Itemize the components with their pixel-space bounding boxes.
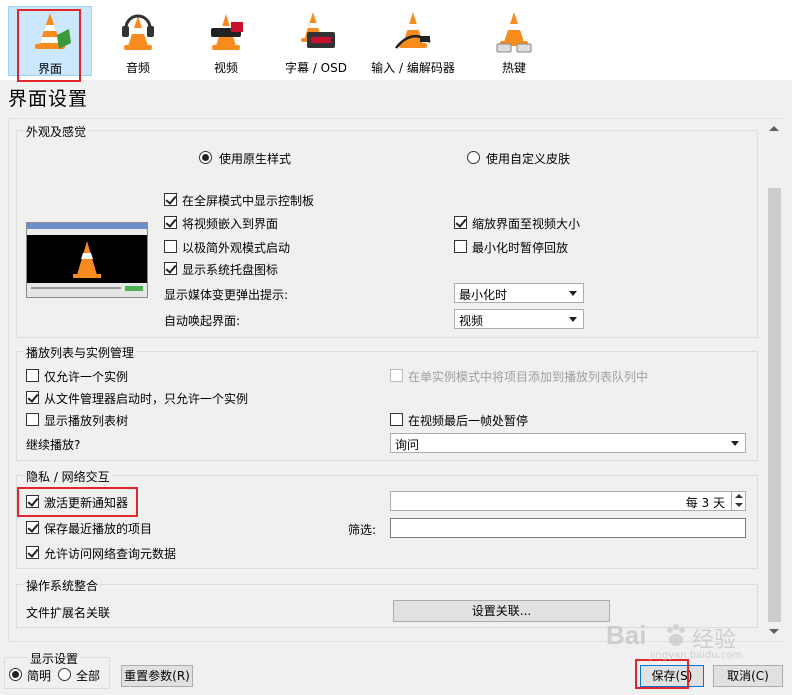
chevron-down-icon xyxy=(731,441,739,446)
category-video[interactable]: 视频 xyxy=(188,6,264,76)
cancel-button[interactable]: 取消(C) xyxy=(713,665,783,687)
native-style-preview-image xyxy=(26,222,148,298)
watermark-url: jingyan.baidu.com xyxy=(650,650,743,661)
all-settings-label: 全部 xyxy=(76,669,101,683)
media-popup-value: 最小化时 xyxy=(459,288,508,302)
category-label: 视频 xyxy=(213,61,238,75)
embed-video-label: 将视频嵌入到界面 xyxy=(182,217,279,231)
metadata-label: 允许访问网络查询元数据 xyxy=(44,547,177,561)
look-feel-title: 外观及感觉 xyxy=(24,123,89,140)
filter-label: 筛选: xyxy=(348,523,377,537)
enqueue-single-checkbox[interactable] xyxy=(390,369,403,382)
category-label: 热键 xyxy=(501,61,526,75)
show-settings-title: 显示设置 xyxy=(28,650,81,667)
os-integration-title: 操作系统整合 xyxy=(24,577,101,594)
minimal-start-label: 以极简外观模式启动 xyxy=(182,241,291,255)
continue-playback-label: 继续播放? xyxy=(26,438,81,452)
vlc-cone-video-icon xyxy=(211,14,243,50)
category-audio[interactable]: 音频 xyxy=(100,6,176,76)
highlight-box-interface xyxy=(17,9,81,82)
fullscreen-controller-checkbox[interactable] xyxy=(164,193,177,206)
embed-video-checkbox[interactable] xyxy=(164,216,177,229)
vlc-preview-icon xyxy=(27,223,147,297)
scroll-up-arrow-icon[interactable] xyxy=(769,126,779,131)
chevron-down-icon xyxy=(569,291,577,296)
chevron-down-icon xyxy=(569,317,577,322)
enqueue-single-label: 在单实例模式中将项目添加到播放列表队列中 xyxy=(408,370,649,384)
systray-label: 显示系统托盘图标 xyxy=(182,263,279,277)
privacy-title: 隐私 / 网络交互 xyxy=(24,468,112,485)
raise-interface-value: 视频 xyxy=(459,314,484,328)
spin-up-icon[interactable] xyxy=(735,494,743,498)
one-instance-fm-checkbox[interactable] xyxy=(26,391,39,404)
all-settings-radio[interactable] xyxy=(58,668,71,681)
page-title: 界面设置 xyxy=(8,88,89,110)
category-label: 字幕 / OSD xyxy=(285,61,347,75)
simple-settings-label: 简明 xyxy=(27,669,52,683)
resize-interface-label: 缩放界面至视频大小 xyxy=(472,217,581,231)
vertical-scrollbar[interactable] xyxy=(766,120,783,640)
vlc-cone-audio-icon xyxy=(122,14,154,50)
one-instance-fm-label: 从文件管理器启动时，只允许一个实例 xyxy=(44,392,249,406)
fullscreen-controller-label: 在全屏模式中显示控制板 xyxy=(182,194,315,208)
spin-down-icon[interactable] xyxy=(735,503,743,507)
vlc-cone-subtitles-icon xyxy=(301,12,335,48)
pause-minimized-checkbox[interactable] xyxy=(454,240,467,253)
spin-buttons[interactable] xyxy=(731,492,745,510)
custom-skin-label: 使用自定义皮肤 xyxy=(486,152,571,166)
media-popup-select[interactable]: 最小化时 xyxy=(454,283,584,303)
filter-input[interactable] xyxy=(390,518,746,538)
continue-playback-value: 询问 xyxy=(395,438,420,452)
metadata-checkbox[interactable] xyxy=(26,546,39,559)
scroll-down-arrow-icon[interactable] xyxy=(769,629,779,634)
custom-skin-radio[interactable] xyxy=(467,151,480,164)
save-recent-checkbox[interactable] xyxy=(26,521,39,534)
update-interval-value: 每 3 天 xyxy=(685,496,725,510)
category-toolbar: 界面 音频 视频 字幕 / OSD 输入 / 编解码器 热键 xyxy=(0,0,792,82)
file-extension-label: 文件扩展名关联 xyxy=(26,606,111,620)
show-playlist-tree-checkbox[interactable] xyxy=(26,413,39,426)
raise-interface-select[interactable]: 视频 xyxy=(454,309,584,329)
pause-minimized-label: 最小化时暂停回放 xyxy=(472,241,569,255)
native-style-label: 使用原生样式 xyxy=(219,152,292,166)
baidu-watermark: Bai 经验 jingyan.baidu.com xyxy=(606,620,756,664)
vlc-cone-hotkeys-icon xyxy=(496,12,532,53)
set-associations-button[interactable]: 设置关联... xyxy=(393,600,610,622)
category-label: 输入 / 编解码器 xyxy=(371,61,455,75)
pause-last-frame-label: 在视频最后一帧处暂停 xyxy=(408,414,529,428)
show-playlist-tree-label: 显示播放列表树 xyxy=(44,414,129,428)
baidu-paw-icon xyxy=(667,624,685,646)
category-label: 音频 xyxy=(125,61,150,75)
highlight-box-update-notifier xyxy=(17,487,138,517)
category-subtitles[interactable]: 字幕 / OSD xyxy=(276,6,356,76)
playlist-title: 播放列表与实例管理 xyxy=(24,344,137,361)
watermark-text: Bai xyxy=(606,620,647,650)
vlc-cone-codecs-icon xyxy=(395,12,431,49)
one-instance-checkbox[interactable] xyxy=(26,369,39,382)
native-style-radio[interactable] xyxy=(199,151,212,164)
systray-checkbox[interactable] xyxy=(164,262,177,275)
continue-playback-select[interactable]: 询问 xyxy=(390,433,746,453)
one-instance-label: 仅允许一个实例 xyxy=(44,370,129,384)
category-input-codecs[interactable]: 输入 / 编解码器 xyxy=(360,6,466,76)
media-popup-label: 显示媒体变更弹出提示: xyxy=(164,288,289,302)
simple-settings-radio[interactable] xyxy=(9,668,22,681)
update-interval-spinbox[interactable]: 每 3 天 xyxy=(390,491,746,511)
save-recent-label: 保存最近播放的项目 xyxy=(44,522,153,536)
resize-interface-checkbox[interactable] xyxy=(454,216,467,229)
raise-interface-label: 自动唤起界面: xyxy=(164,314,241,328)
reset-preferences-button[interactable]: 重置参数(R) xyxy=(121,665,193,687)
minimal-start-checkbox[interactable] xyxy=(164,240,177,253)
scroll-thumb[interactable] xyxy=(768,188,781,622)
pause-last-frame-checkbox[interactable] xyxy=(390,413,403,426)
category-hotkeys[interactable]: 热键 xyxy=(476,6,552,76)
